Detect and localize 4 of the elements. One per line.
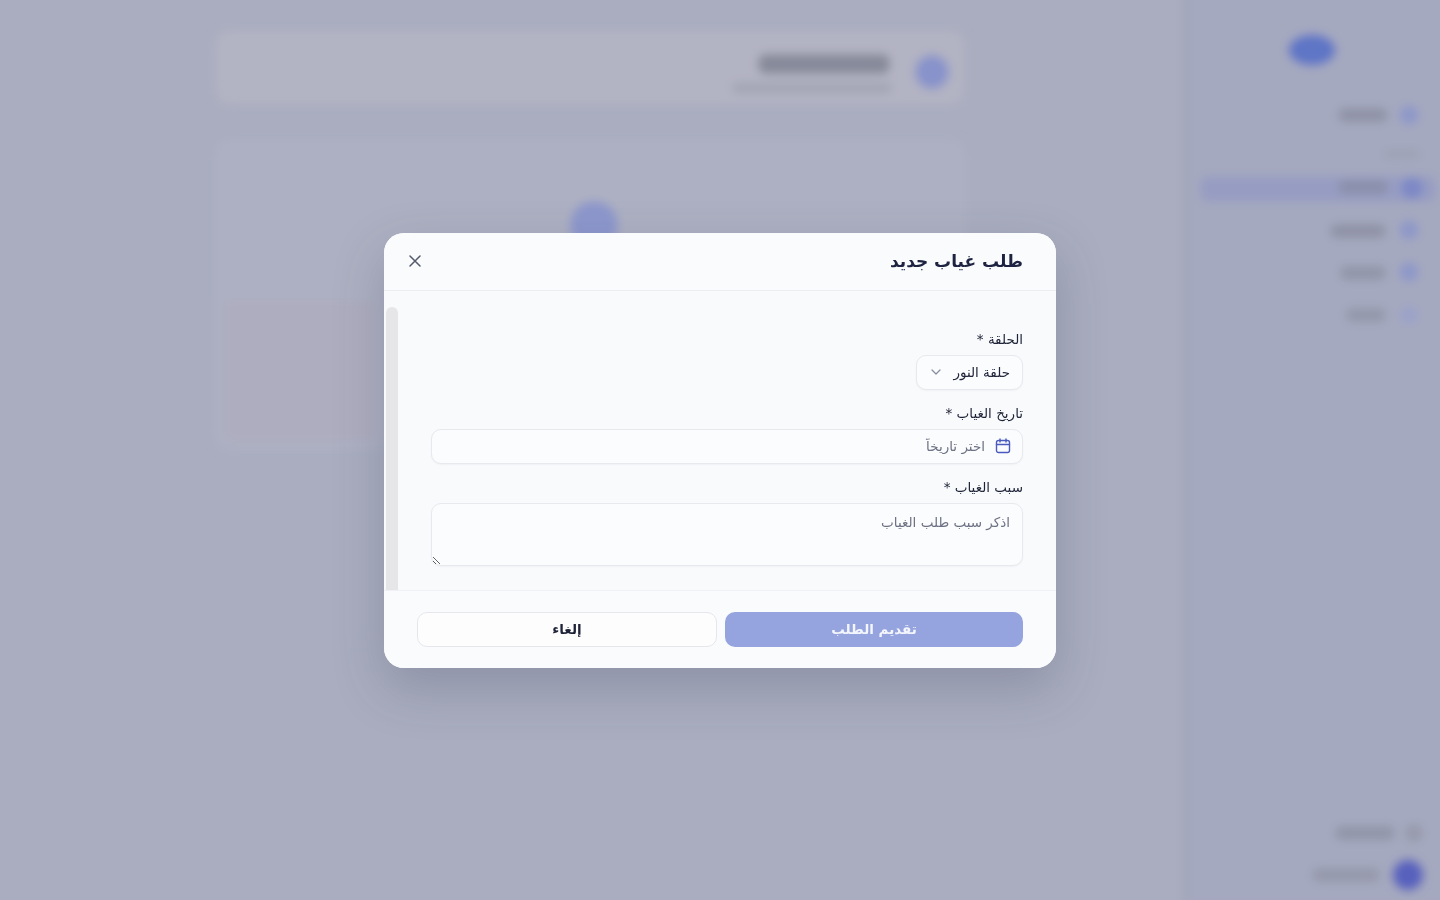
- field-label: الحلقة *: [976, 329, 1023, 349]
- dialog-title: طلب غياب جديد: [889, 251, 1023, 271]
- field-label: تاريخ الغياب *: [945, 403, 1023, 423]
- field-label: سبب الغياب *: [943, 477, 1023, 497]
